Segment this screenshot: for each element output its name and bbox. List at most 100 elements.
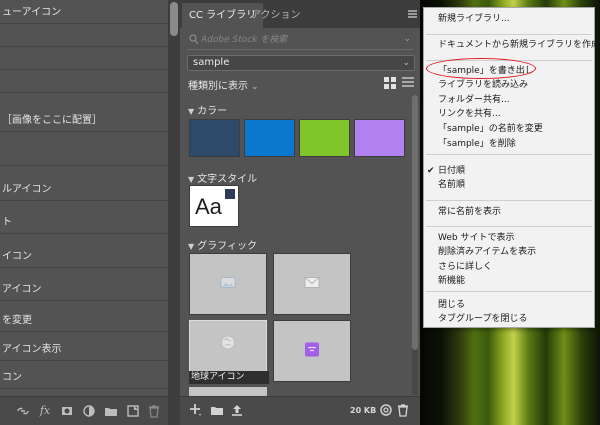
library-scrollbar[interactable] (412, 95, 418, 395)
triangle-down-icon: ▼ (188, 175, 195, 184)
graphic-card[interactable] (189, 253, 267, 315)
trash-icon[interactable] (147, 404, 161, 418)
menu-item[interactable]: 常に名前を表示 (424, 205, 594, 220)
menu-item[interactable]: フォルダー共有... (424, 93, 594, 108)
layer-row[interactable]: アイコン (0, 278, 168, 301)
layer-row[interactable]: ューアイコン (0, 1, 168, 24)
library-select-value: sample (193, 57, 230, 68)
menu-item[interactable]: 新機能 (424, 274, 594, 289)
panel-menu-icon[interactable] (408, 10, 417, 18)
menu-item[interactable]: 閉じる (424, 298, 594, 313)
layer-row[interactable] (0, 70, 168, 93)
library-panel-flyout-menu: 新規ライブラリ... ドキュメントから新規ライブラリを作成... 「sample」を… (423, 7, 600, 328)
menu-item-label: 閉じる (438, 300, 466, 310)
menu-separator (426, 34, 592, 35)
creative-cloud-icon[interactable] (379, 403, 393, 420)
upload-icon[interactable] (230, 403, 244, 420)
search-icon (189, 34, 199, 46)
adjustment-icon[interactable] (82, 404, 96, 418)
add-content-icon[interactable] (189, 403, 203, 420)
view-by-dropdown[interactable]: 種類別に表示 ⌄ (188, 77, 259, 92)
menu-item-label: 「sample」を書き出し (438, 66, 534, 76)
menu-separator (426, 60, 592, 61)
menu-item-label: 「sample」を削除 (438, 139, 516, 149)
menu-item-label: Web サイトで表示 (438, 233, 515, 243)
stock-search: ⌄ (187, 32, 413, 50)
menu-item[interactable]: 「sample」を削除 (424, 137, 594, 152)
layers-bottom-toolbar: fx (0, 396, 168, 425)
picture-icon (220, 277, 236, 292)
calendar-icon (304, 342, 320, 361)
menu-item-label: ライブラリを読み込み (438, 80, 529, 90)
section-text-styles-header[interactable]: ▼ 文字スタイル (188, 170, 257, 185)
layer-row[interactable]: ルアイコン (0, 178, 168, 201)
mask-icon[interactable] (60, 404, 74, 418)
section-colors-header[interactable]: ▼ カラー (188, 102, 227, 117)
text-style-card[interactable]: Aa (189, 185, 239, 227)
fx-icon[interactable]: fx (38, 404, 52, 418)
menu-item[interactable]: 「sample」を書き出し (424, 64, 594, 79)
scroll-thumb[interactable] (170, 2, 178, 36)
folder-icon[interactable] (104, 404, 118, 418)
tab-actions[interactable]: アクション (244, 3, 308, 28)
color-swatch[interactable] (189, 119, 240, 157)
menu-item[interactable]: 削除済みアイテムを表示 (424, 245, 594, 260)
section-text-styles-label: 文字スタイル (197, 174, 258, 185)
menu-item-label: 日付順 (438, 166, 466, 176)
menu-item[interactable]: 名前順 (424, 178, 594, 193)
color-swatch[interactable] (299, 119, 350, 157)
cc-libraries-panel: CC ライブラリ アクション ⌄ sample ⌄ 種類別に表示⌄ ▼カラー ▼… (180, 0, 420, 425)
color-swatch[interactable] (244, 119, 295, 157)
list-view-icon[interactable] (402, 77, 414, 89)
library-select[interactable]: sample ⌄ (187, 55, 415, 71)
layer-row[interactable]: イコン (0, 245, 168, 268)
menu-item[interactable]: リンクを共有... (424, 107, 594, 122)
menu-separator (426, 154, 592, 155)
graphic-card[interactable] (273, 253, 351, 315)
globe-icon (220, 334, 236, 353)
graphic-card-selected[interactable] (189, 320, 267, 372)
menu-item-label: 削除済みアイテムを表示 (438, 247, 537, 257)
layer-row[interactable]: ［画像をここに配置］ (0, 109, 168, 132)
menu-item[interactable]: さらに詳しく (424, 260, 594, 275)
menu-separator (426, 291, 592, 292)
grid-view-icon[interactable] (384, 77, 396, 89)
layer-row[interactable] (0, 47, 168, 70)
menu-item-label: さらに詳しく (438, 262, 493, 272)
link-icon[interactable] (16, 404, 30, 418)
triangle-down-icon: ▼ (188, 107, 195, 116)
menu-item[interactable]: 新規ライブラリ... (424, 12, 594, 27)
layer-row[interactable]: ト (0, 211, 168, 234)
search-input[interactable] (201, 33, 391, 47)
menu-item-label: 常に名前を表示 (438, 207, 502, 217)
layer-row[interactable] (0, 24, 168, 47)
triangle-down-icon: ▼ (188, 242, 195, 251)
menu-item-label: 新機能 (438, 276, 466, 286)
menu-item[interactable]: タブグループを閉じる (424, 312, 594, 327)
layer-row[interactable]: コン (0, 366, 168, 389)
menu-item[interactable]: ドキュメントから新規ライブラリを作成... (424, 38, 600, 53)
folder-icon[interactable] (210, 403, 224, 420)
scroll-thumb[interactable] (412, 95, 418, 350)
menu-separator (426, 200, 592, 201)
menu-item-label: 名前順 (438, 180, 466, 190)
menu-item[interactable]: ライブラリを読み込み (424, 78, 594, 93)
chevron-down-icon[interactable]: ⌄ (403, 34, 411, 44)
layer-row[interactable]: アイコン表示 (0, 338, 168, 361)
new-layer-icon[interactable] (126, 404, 140, 418)
color-swatch[interactable] (354, 119, 405, 157)
menu-item[interactable]: 「sample」の名前を変更 (424, 122, 594, 137)
layers-scrollbar[interactable] (168, 0, 180, 425)
section-graphics-label: グラフィック (197, 241, 257, 252)
text-style-color-chip (225, 189, 235, 199)
layer-row[interactable]: を変更 (0, 309, 168, 332)
menu-item[interactable]: ✔ 日付順 (424, 164, 594, 179)
menu-item-label: 新規ライブラリ... (438, 14, 510, 24)
graphic-card[interactable] (273, 320, 351, 382)
layers-panel: ューアイコン ［画像をここに配置］ ルアイコントイコンアイコンを変更アイコン表示 コン… (0, 0, 168, 425)
menu-item[interactable]: Web サイトで表示 (424, 231, 594, 246)
trash-icon[interactable] (396, 403, 410, 420)
menu-item-label: フォルダー共有... (438, 95, 510, 105)
layer-row[interactable] (0, 143, 168, 166)
section-graphics-header[interactable]: ▼ グラフィック (188, 237, 257, 252)
